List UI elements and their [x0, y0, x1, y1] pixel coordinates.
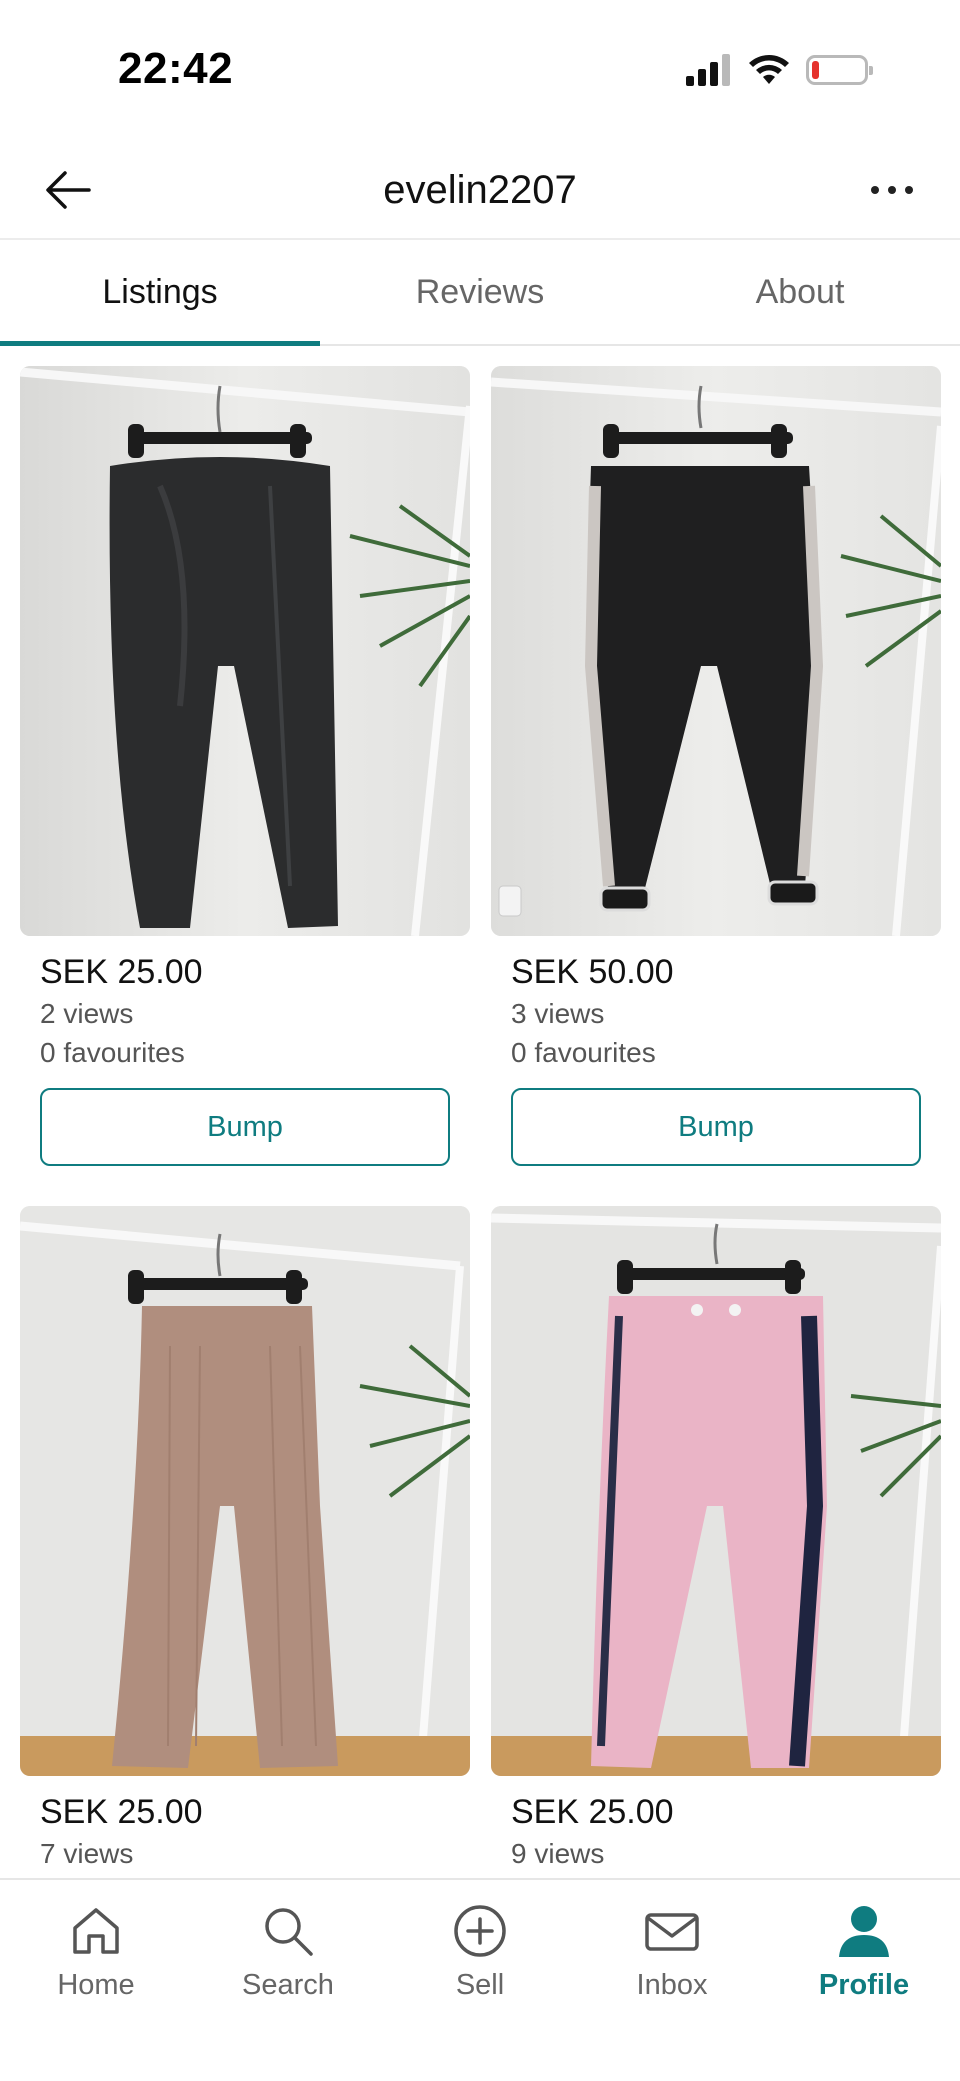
listing-views: 7 views — [40, 1838, 134, 1869]
listing-favourites: 0 favourites — [511, 1037, 656, 1068]
nav-inbox[interactable]: Inbox — [576, 1880, 768, 2010]
nav-sell[interactable]: Sell — [384, 1880, 576, 2010]
nav-label: Sell — [455, 1969, 505, 2001]
status-icons — [686, 50, 873, 90]
more-options-button[interactable] — [860, 168, 924, 212]
listing-views: 3 views — [511, 998, 605, 1029]
home-icon — [73, 1908, 119, 1954]
tab-about[interactable]: About — [640, 240, 960, 344]
listing-card[interactable]: SEK 25.00 7 views — [20, 1206, 470, 1873]
listing-photo[interactable] — [491, 1206, 941, 1776]
profile-tabs: Listings Reviews About — [0, 240, 960, 346]
nav-label: Inbox — [636, 1969, 708, 2001]
bump-button[interactable]: Bump — [40, 1088, 450, 1166]
nav-profile[interactable]: Profile — [768, 1880, 960, 2010]
battery-icon — [806, 55, 873, 85]
listing-photo[interactable] — [20, 1206, 470, 1776]
listing-photo[interactable] — [20, 366, 470, 936]
listing-photo[interactable] — [491, 366, 941, 936]
listing-price: SEK 50.00 — [511, 953, 674, 991]
bottom-nav: Home Search Sell Inbox Profile — [0, 1878, 960, 2081]
listing-price: SEK 25.00 — [40, 953, 203, 991]
nav-home[interactable]: Home — [0, 1880, 192, 2010]
listing-price: SEK 25.00 — [511, 1793, 674, 1831]
nav-search[interactable]: Search — [192, 1880, 384, 2010]
nav-label: Home — [57, 1969, 135, 2001]
listing-card[interactable]: SEK 50.00 3 views 0 favourites Bump — [491, 366, 941, 1166]
listing-views: 2 views — [40, 998, 134, 1029]
search-icon — [265, 1908, 313, 1956]
more-dots-icon — [871, 186, 879, 194]
mail-icon — [645, 1913, 699, 1951]
listing-price: SEK 25.00 — [40, 1793, 203, 1831]
status-bar: 22:42 — [0, 0, 960, 140]
listings-grid: SEK 25.00 2 views 0 favourites Bump SEK … — [0, 366, 960, 1878]
listing-favourites: 0 favourites — [40, 1037, 185, 1068]
page-title: evelin2207 — [383, 168, 577, 212]
wifi-icon — [749, 55, 789, 84]
status-time: 22:42 — [118, 44, 234, 93]
tab-reviews[interactable]: Reviews — [320, 240, 640, 344]
nav-label: Search — [242, 1969, 334, 2001]
profile-header: evelin2207 — [0, 140, 960, 240]
nav-label: Profile — [818, 1969, 910, 2001]
bump-button[interactable]: Bump — [511, 1088, 921, 1166]
plus-circle-icon — [454, 1905, 506, 1957]
listing-views: 9 views — [511, 1838, 605, 1869]
signal-icon — [686, 54, 730, 86]
listing-card[interactable]: SEK 25.00 2 views 0 favourites Bump — [20, 366, 470, 1166]
profile-icon — [839, 1906, 889, 1957]
tab-listings[interactable]: Listings — [0, 240, 320, 346]
listing-card[interactable]: SEK 25.00 9 views — [491, 1206, 941, 1873]
